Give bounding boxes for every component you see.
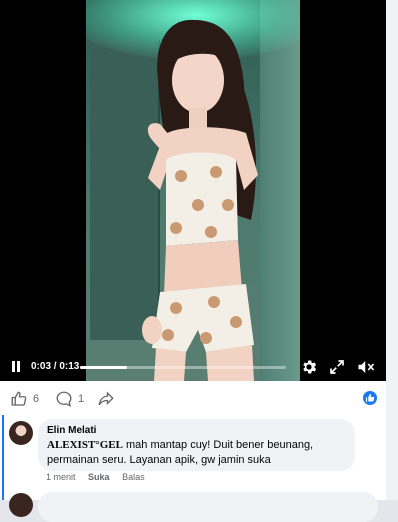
comment-text: ALEXIST°GEL mah mantap cuy! Duit bener b… (47, 438, 346, 468)
video-player[interactable]: 0:03 / 0:13 (0, 0, 386, 381)
share-icon[interactable] (97, 390, 115, 408)
like-count: 6 (33, 393, 40, 405)
comment-text-emphasis: ALEXIST°GEL (47, 439, 123, 451)
like-icon[interactable] (10, 390, 28, 408)
scrollbar[interactable] (386, 0, 398, 500)
person-figure (142, 19, 258, 381)
comment-author[interactable]: Elin Melati (47, 424, 346, 437)
comment-time[interactable]: 1 menit (46, 472, 76, 482)
comment-bubble: Elin Melati ALEXIST°GEL mah mantap cuy! … (38, 419, 355, 471)
comment-section: Elin Melati ALEXIST°GEL mah mantap cuy! … (0, 415, 386, 522)
next-comment-bubble (38, 492, 378, 522)
avatar[interactable] (9, 421, 33, 445)
pause-icon[interactable] (10, 360, 22, 374)
video-progress-fill (80, 366, 128, 369)
like-reaction-icon (363, 391, 377, 405)
video-controls: 0:03 / 0:13 (0, 354, 386, 381)
post-frame: 0:03 / 0:13 6 1 Elin Melati ALEXIST°GEL … (0, 0, 386, 522)
video-frame (86, 0, 300, 381)
post-actions: 6 1 (0, 381, 386, 415)
comment-meta: 1 menit Suka Balas (46, 472, 155, 482)
comment-highlight-bar (2, 415, 4, 500)
comment-count: 1 (78, 393, 85, 405)
comment-reply-button[interactable]: Balas (122, 472, 145, 482)
comment-icon[interactable] (55, 390, 73, 408)
next-comment-avatar[interactable] (9, 493, 33, 517)
video-progress-bar[interactable] (80, 366, 286, 369)
comment-like-button[interactable]: Suka (88, 472, 110, 482)
video-time: 0:03 / 0:13 (31, 361, 80, 372)
expand-icon[interactable] (328, 358, 346, 376)
gear-icon[interactable] (300, 358, 318, 376)
mute-icon[interactable] (356, 358, 376, 376)
